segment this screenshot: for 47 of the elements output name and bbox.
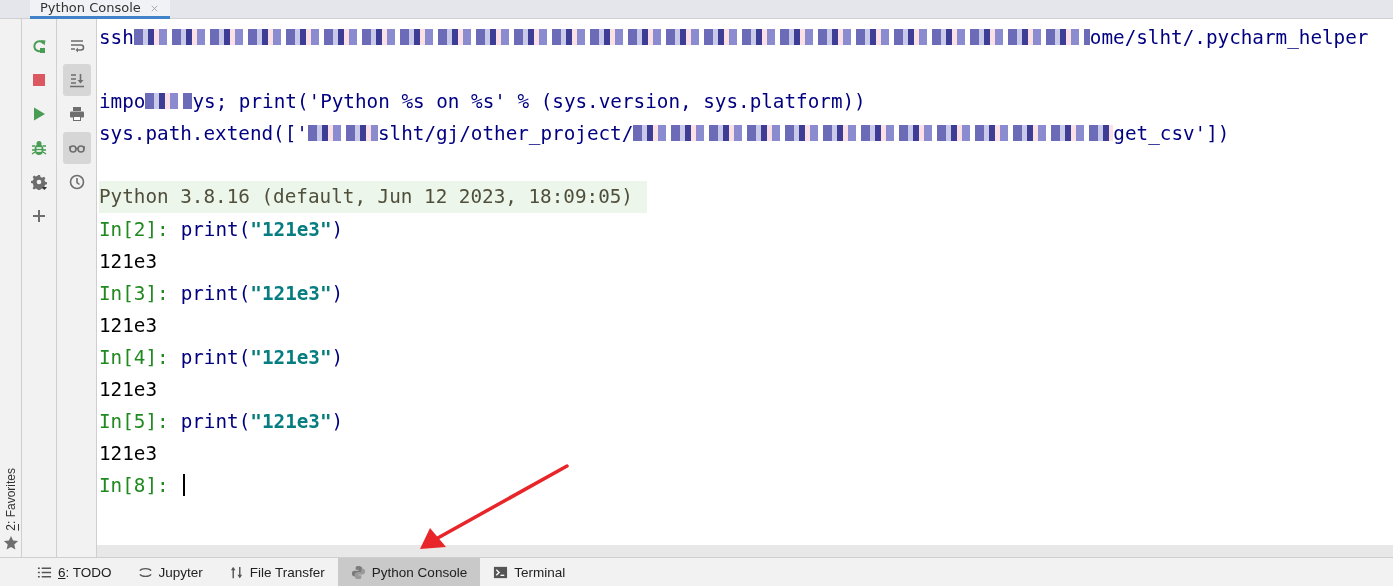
favorites-tab[interactable]: 2: Favorites [3, 468, 18, 531]
input-code: print("121e3") [180, 409, 344, 433]
redacted-text [145, 93, 193, 109]
print-icon [68, 106, 85, 122]
tool-window-button[interactable]: Terminal [480, 558, 579, 586]
rerun-icon [31, 38, 47, 54]
output-text: 121e3 [99, 313, 158, 337]
star-icon [2, 535, 19, 551]
python-version-banner: Python 3.8.16 (default, Jun 12 2023, 18:09:05) [99, 181, 647, 213]
input-prompt: In[5]: [99, 409, 169, 433]
transfer-arrows-icon [228, 564, 244, 580]
input-code: print("121e3") [180, 217, 344, 241]
command-text: ome/slht/.pycharm_helper [1089, 25, 1369, 49]
input-prompt: In[8]: [99, 473, 169, 497]
input-prompt: In[3]: [99, 281, 169, 305]
command-text: ys; print('Python %s on %s' % (sys.version, sys.platform)) [192, 89, 866, 113]
tool-window-button[interactable]: 6: TODO [24, 558, 125, 586]
redacted-text [307, 125, 378, 141]
scroll-to-end-icon [68, 72, 85, 88]
toggle-button[interactable] [62, 64, 91, 96]
soft-wrap-icon [68, 38, 85, 54]
toggle-button[interactable] [62, 132, 91, 164]
terminal-icon [493, 564, 509, 580]
python-icon [350, 564, 366, 580]
tool-window-button[interactable]: Jupyter [124, 558, 216, 586]
command-text: slht/gj/other_project/ [377, 121, 634, 145]
input-prompt: In[2]: [99, 217, 169, 241]
console-tab[interactable]: Python Console [30, 0, 170, 19]
command-text: impo [99, 89, 146, 113]
input-code: print("121e3") [180, 345, 344, 369]
settings-icon [31, 174, 47, 190]
tool-window-button[interactable]: Python Console [337, 558, 481, 586]
command-text: get_csv']) [1113, 121, 1230, 145]
add-icon [31, 208, 47, 224]
stop-icon [31, 72, 47, 88]
command-text: sys.path.extend([' [99, 121, 308, 145]
run-icon [31, 106, 47, 122]
horizontal-scrollbar[interactable] [97, 545, 1393, 557]
command-text: ssh [99, 25, 134, 49]
input-prompt: In[4]: [99, 345, 169, 369]
input-code: print("121e3") [180, 281, 344, 305]
tool-window-button[interactable]: File Transfer [215, 558, 338, 586]
output-text: 121e3 [99, 377, 158, 401]
output-text: 121e3 [99, 441, 158, 465]
bug-icon [31, 140, 47, 156]
clock-icon [68, 174, 85, 190]
output-text: 121e3 [99, 249, 158, 273]
